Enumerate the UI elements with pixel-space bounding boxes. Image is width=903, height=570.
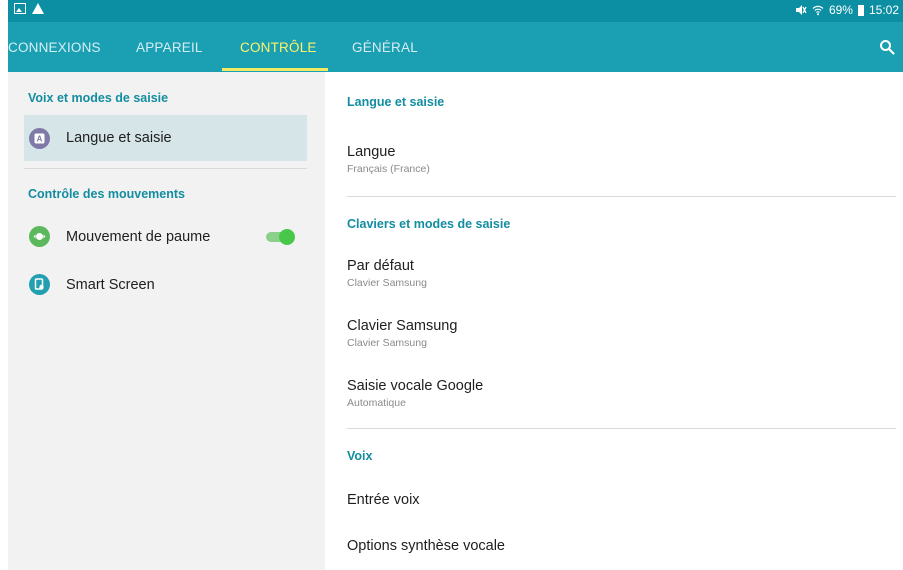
category-list: Voix et modes de saisie A Langue et sais… <box>8 72 325 570</box>
status-bar: 69% 15:02 <box>8 0 903 22</box>
setting-title: Options synthèse vocale <box>347 538 505 554</box>
battery-icon <box>857 4 864 16</box>
setting-title: Langue <box>347 144 396 160</box>
clock: 15:02 <box>868 3 899 17</box>
section-header-claviers: Claviers et modes de saisie <box>347 217 511 231</box>
sidebar-item-label: Smart Screen <box>66 277 155 293</box>
sidebar-item-label: Mouvement de paume <box>66 229 211 245</box>
tab-general[interactable]: GÉNÉRAL <box>352 22 418 72</box>
tab-connexions[interactable]: CONNEXIONS <box>8 22 101 72</box>
section-header-langue-saisie: Langue et saisie <box>347 95 445 109</box>
sidebar-item-label: Langue et saisie <box>66 130 172 146</box>
setting-clavier-samsung[interactable]: Clavier Samsung Clavier Samsung <box>347 318 877 349</box>
wifi-icon <box>812 5 824 16</box>
settings-detail: Langue et saisie Langue Français (France… <box>325 72 903 570</box>
divider <box>347 428 896 429</box>
palm-motion-icon <box>29 226 50 247</box>
sidebar-item-mouvement-paume[interactable]: Mouvement de paume <box>24 214 307 260</box>
setting-title: Saisie vocale Google <box>347 378 484 394</box>
palm-motion-toggle[interactable] <box>266 229 295 245</box>
setting-title: Par défaut <box>347 258 414 274</box>
mute-icon <box>795 5 807 15</box>
setting-entree-voix[interactable]: Entrée voix <box>347 492 877 508</box>
sidebar-item-langue-saisie[interactable]: A Langue et saisie <box>24 115 307 161</box>
setting-subtitle: Clavier Samsung <box>347 277 427 289</box>
section-header-mouvements: Contrôle des mouvements <box>28 187 185 201</box>
search-icon[interactable] <box>879 39 895 55</box>
setting-langue[interactable]: Langue Français (France) <box>347 144 877 175</box>
image-icon <box>14 3 26 14</box>
divider <box>347 196 896 197</box>
setting-title: Entrée voix <box>347 492 420 508</box>
setting-subtitle: Clavier Samsung <box>347 337 427 349</box>
setting-title: Clavier Samsung <box>347 318 458 334</box>
tab-bar: CONNEXIONS APPAREIL CONTRÔLE GÉNÉRAL <box>8 22 903 72</box>
setting-saisie-vocale-google[interactable]: Saisie vocale Google Automatique <box>347 378 877 409</box>
divider <box>24 168 307 169</box>
sidebar-item-smart-screen[interactable]: Smart Screen <box>24 262 307 308</box>
warning-icon <box>32 3 44 14</box>
setting-par-defaut[interactable]: Par défaut Clavier Samsung <box>347 258 877 289</box>
section-header-voix: Voix <box>347 449 373 463</box>
battery-percent: 69% <box>828 3 853 17</box>
language-icon: A <box>29 128 50 149</box>
tab-appareil[interactable]: APPAREIL <box>136 22 203 72</box>
setting-subtitle: Français (France) <box>347 163 430 175</box>
setting-subtitle: Automatique <box>347 397 406 409</box>
section-header-voix-saisie: Voix et modes de saisie <box>28 91 169 105</box>
smart-screen-icon <box>29 274 50 295</box>
setting-options-synthese-vocale[interactable]: Options synthèse vocale <box>347 538 877 554</box>
svg-text:A: A <box>37 135 43 144</box>
settings-screen: 69% 15:02 CONNEXIONS APPAREIL CONTRÔLE G… <box>8 0 903 570</box>
active-tab-indicator <box>222 68 328 71</box>
tab-controle[interactable]: CONTRÔLE <box>240 22 317 72</box>
